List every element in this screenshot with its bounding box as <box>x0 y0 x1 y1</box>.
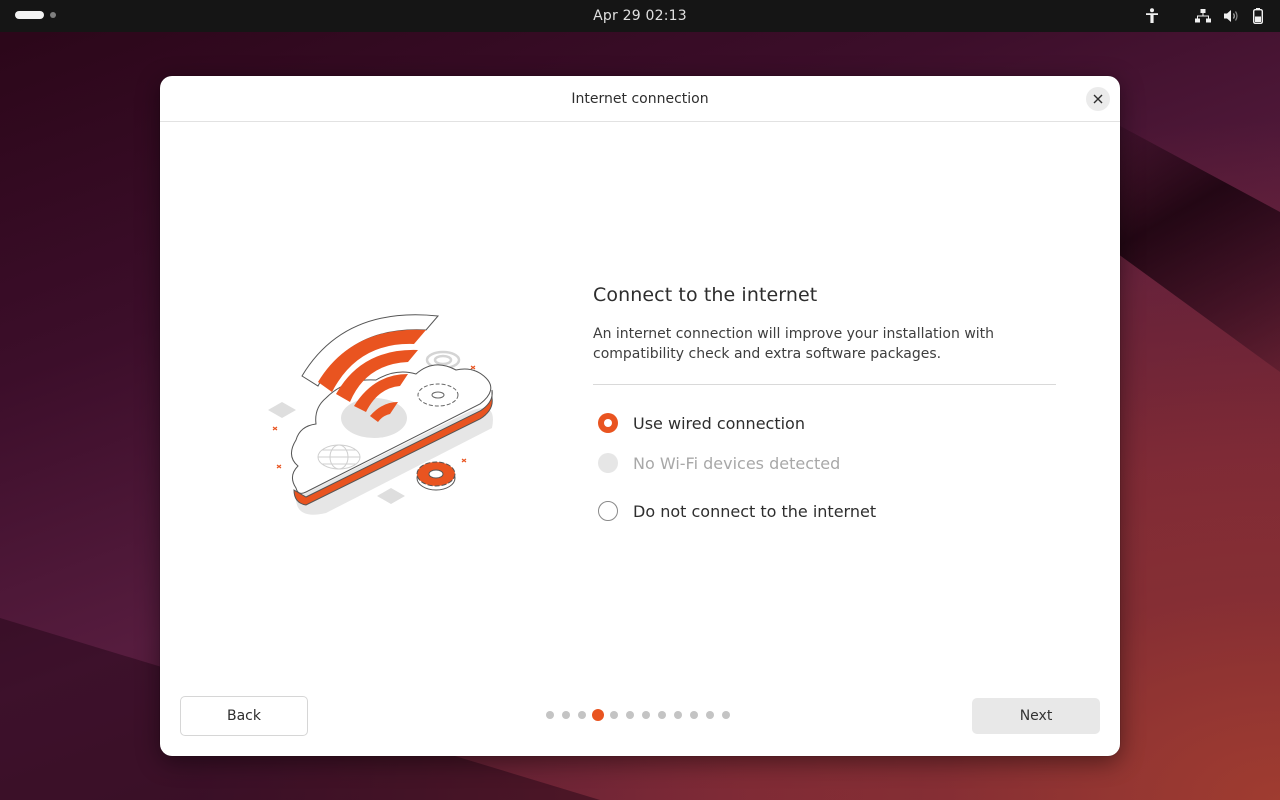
option-label: Use wired connection <box>633 413 805 433</box>
step-dot <box>578 711 586 719</box>
workspace-indicator[interactable] <box>15 11 56 19</box>
radio-no-connection[interactable] <box>598 501 618 521</box>
wifi-cloud-illustration <box>268 314 493 515</box>
close-icon <box>1093 94 1103 104</box>
radio-wired[interactable] <box>598 413 618 433</box>
radio-wifi <box>598 453 618 473</box>
step-dot <box>562 711 570 719</box>
network-wired-icon[interactable] <box>1192 0 1214 32</box>
volume-icon[interactable] <box>1220 0 1242 32</box>
installer-dialog: Internet connection Connect to the inter… <box>160 76 1120 756</box>
workspace-dot[interactable] <box>50 12 56 18</box>
step-dot <box>610 711 618 719</box>
diamond-shape <box>377 488 405 504</box>
battery-icon[interactable] <box>1250 0 1266 32</box>
target-icon-inner <box>433 354 453 366</box>
option-wired[interactable]: Use wired connection <box>593 411 1056 435</box>
step-indicator <box>546 709 738 721</box>
clock[interactable]: Apr 29 02:13 <box>593 8 687 24</box>
step-dot <box>690 711 698 719</box>
option-no-connection[interactable]: Do not connect to the internet <box>593 499 1056 523</box>
option-wifi: No Wi-Fi devices detected <box>593 451 1056 475</box>
dialog-footer: Back Next <box>160 676 1120 756</box>
system-tray[interactable] <box>1138 0 1266 32</box>
close-button[interactable] <box>1086 87 1110 111</box>
step-dot <box>722 711 730 719</box>
step-dot <box>658 711 666 719</box>
page-heading: Connect to the internet <box>593 284 818 306</box>
step-dot <box>674 711 682 719</box>
step-dot <box>706 711 714 719</box>
dialog-header: Internet connection <box>160 76 1120 122</box>
accessibility-icon[interactable] <box>1138 0 1166 32</box>
dialog-title: Internet connection <box>571 90 709 107</box>
gear-icon <box>416 461 456 491</box>
step-dot-current <box>592 709 604 721</box>
next-button[interactable]: Next <box>972 698 1100 734</box>
option-label: No Wi-Fi devices detected <box>633 453 841 473</box>
content-panel: Connect to the internet An internet conn… <box>593 284 1056 539</box>
diamond-shape <box>268 402 296 418</box>
gear-icon <box>417 383 459 407</box>
back-button[interactable]: Back <box>180 696 308 736</box>
step-dot <box>546 711 554 719</box>
step-dot <box>626 711 634 719</box>
workspace-active-pill[interactable] <box>15 11 44 19</box>
connection-options: Use wired connection No Wi-Fi devices de… <box>593 411 1056 523</box>
option-label: Do not connect to the internet <box>633 501 877 521</box>
step-dot <box>642 711 650 719</box>
page-description: An internet connection will improve your… <box>593 324 1056 385</box>
top-bar: Apr 29 02:13 <box>0 0 1280 32</box>
